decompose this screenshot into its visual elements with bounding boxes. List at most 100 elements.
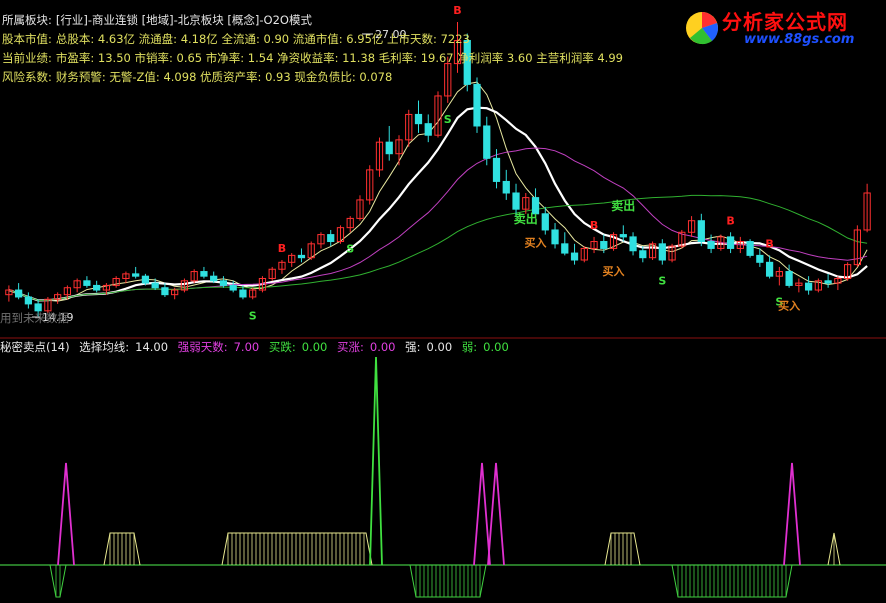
indicator-panel	[0, 356, 886, 598]
candle-body	[327, 234, 335, 243]
candle	[502, 169, 510, 200]
candle-body	[707, 241, 715, 249]
candle	[804, 276, 813, 295]
candle	[746, 239, 754, 258]
candle	[483, 116, 491, 166]
header-capital-label: 股本市值:	[2, 32, 52, 46]
indicator-band	[49, 564, 67, 598]
buy-b-marker: B	[765, 237, 773, 250]
candle	[297, 248, 306, 263]
candle	[765, 255, 774, 279]
sell-s-marker: S	[249, 309, 257, 322]
candle-body	[619, 234, 627, 238]
header-line-capital: 股本市值: 总股本: 4.63亿 流通盘: 4.18亿 全流通: 0.90 流通市…	[2, 31, 474, 47]
sell-s-marker: S	[444, 113, 452, 126]
weak-label: 弱:	[461, 340, 478, 354]
candle	[775, 266, 783, 286]
candle	[83, 276, 91, 288]
header-capital-value: 总股本: 4.63亿 流通盘: 4.18亿 全流通: 0.90 流通市值: 6.…	[55, 32, 470, 46]
strong-value: 0.00	[426, 340, 453, 354]
candle-body	[804, 282, 813, 291]
candle-body	[492, 157, 501, 182]
strong-label: 强:	[405, 340, 421, 354]
candle	[843, 262, 852, 281]
candle-body	[424, 123, 432, 136]
candle	[268, 266, 276, 281]
candle-body	[473, 83, 481, 127]
candle	[434, 91, 442, 138]
candle-body	[600, 241, 608, 249]
candle	[424, 114, 432, 143]
candle	[190, 269, 198, 284]
candle	[346, 216, 354, 233]
candle	[590, 236, 598, 254]
candle-body	[541, 213, 549, 231]
candle	[561, 232, 569, 256]
param-ma-label: 选择均线:	[79, 340, 130, 354]
candle	[122, 271, 130, 284]
candle	[278, 260, 286, 274]
buy-rise-value: 0.00	[369, 340, 396, 354]
candle	[161, 283, 169, 297]
candle	[570, 243, 579, 265]
candle	[473, 77, 481, 133]
header-performance-value: 市盈率: 13.50 市销率: 0.65 市净率: 1.54 净资收益率: 11…	[55, 51, 623, 65]
candle	[678, 229, 686, 249]
candle	[580, 246, 588, 263]
candle	[863, 183, 871, 233]
indicator-band	[103, 532, 141, 566]
candle-body	[297, 254, 306, 259]
candle-body	[561, 243, 569, 254]
stock-chart-canvas[interactable]: SSSSSBBB BB卖出卖出买入买入买入 27.00 14.19	[0, 0, 886, 603]
candle	[658, 239, 666, 265]
candle	[395, 135, 403, 166]
buy-text-marker: 买入	[603, 265, 625, 278]
indicator-spike	[57, 462, 75, 566]
candle-body	[239, 289, 247, 298]
candle-body	[229, 284, 237, 291]
candle-body	[639, 250, 647, 259]
candle	[93, 280, 101, 293]
sell-s-marker: S	[346, 242, 354, 255]
indicator-band	[827, 532, 841, 566]
candle-body	[151, 282, 159, 289]
buy-b-marker: B	[453, 4, 461, 17]
candle-body	[756, 254, 764, 263]
candle-body	[551, 229, 559, 245]
ma-20-line	[8, 147, 868, 301]
candle	[814, 278, 822, 293]
candle-body	[785, 271, 793, 286]
buy-fall-label: 买跌:	[268, 340, 296, 354]
buy-fall-value: 0.00	[301, 340, 328, 354]
candle	[24, 292, 33, 309]
candle	[336, 225, 345, 244]
pie-chart-icon	[686, 12, 718, 45]
indicator-name: 秘密卖点(14)	[0, 340, 70, 354]
buy-b-marker: B	[726, 214, 734, 227]
candlestick-series[interactable]	[5, 22, 871, 318]
candle-body	[24, 296, 33, 305]
candle	[112, 276, 120, 288]
candle	[853, 225, 861, 267]
candle	[609, 232, 618, 251]
watermark-title: 分析家公式网	[722, 10, 848, 34]
candle-body	[483, 125, 491, 159]
candle	[249, 287, 257, 300]
candle	[317, 232, 325, 249]
candle	[200, 266, 208, 279]
watermark-url: www.88gs.com	[744, 32, 855, 47]
param-ma-value: 14.00	[135, 340, 169, 354]
indicator-title-bar: 秘密卖点(14) 选择均线: 14.00 强弱天数: 7.00 买跌: 0.00 买涨…	[0, 339, 886, 355]
candle-body	[765, 261, 774, 277]
buy-rise-label: 买涨:	[337, 340, 364, 354]
indicator-band	[221, 532, 373, 566]
candle-body	[219, 280, 228, 286]
header-sector-label: 所属板块:	[2, 13, 52, 27]
candle	[180, 278, 189, 293]
header-sector-value: [行业]-商业连锁 [地域]-北京板块 [概念]-O2O模式	[55, 13, 312, 27]
candle-body	[658, 243, 666, 261]
candle	[414, 100, 423, 133]
header-performance-label: 当前业绩:	[2, 51, 52, 65]
candle	[834, 276, 842, 291]
watermark-logo: 分析家公式网 www.88gs.com	[682, 4, 878, 52]
